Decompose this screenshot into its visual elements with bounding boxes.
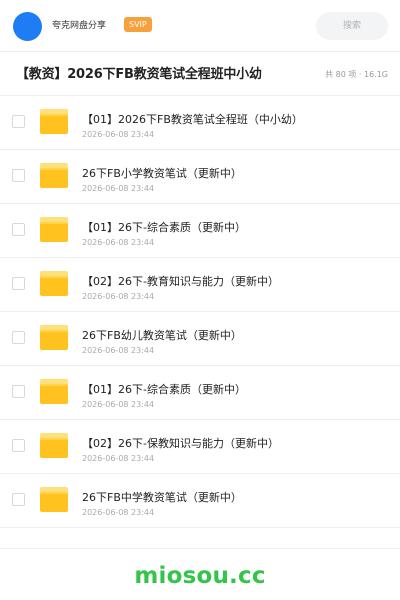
row-checkbox[interactable] (12, 331, 25, 344)
file-date: 2026-06-08 23:44 (82, 238, 155, 247)
list-item[interactable]: 26下FB幼儿教资笔试（更新中） 2026-06-08 23:44 (0, 312, 400, 366)
list-item[interactable]: 26下FB中学教资笔试（更新中） 2026-06-08 23:44 (0, 474, 400, 528)
folder-icon (40, 433, 68, 458)
row-checkbox[interactable] (12, 385, 25, 398)
row-checkbox[interactable] (12, 115, 25, 128)
file-name[interactable]: 【02】26下-保教知识与能力（更新中） (82, 437, 279, 451)
file-date: 2026-06-08 23:44 (82, 292, 155, 301)
file-date: 2026-06-08 23:44 (82, 130, 155, 139)
folder-icon (40, 379, 68, 404)
file-name[interactable]: 26下FB幼儿教资笔试（更新中） (82, 329, 242, 343)
file-list: 【01】2026下FB教资笔试全程班（中小幼） 2026-06-08 23:44… (0, 96, 400, 528)
list-item[interactable]: 【01】2026下FB教资笔试全程班（中小幼） 2026-06-08 23:44 (0, 96, 400, 150)
row-checkbox[interactable] (12, 277, 25, 290)
footer: miosou.cc (0, 548, 400, 600)
file-date: 2026-06-08 23:44 (82, 184, 155, 193)
list-item[interactable]: 26下FB小学教资笔试（更新中） 2026-06-08 23:44 (0, 150, 400, 204)
folder-icon (40, 163, 68, 188)
row-checkbox[interactable] (12, 493, 25, 506)
row-checkbox[interactable] (12, 439, 25, 452)
file-name[interactable]: 【01】2026下FB教资笔试全程班（中小幼） (82, 113, 303, 127)
list-item[interactable]: 【02】26下-保教知识与能力（更新中） 2026-06-08 23:44 (0, 420, 400, 474)
site-watermark: miosou.cc (134, 563, 266, 589)
file-date: 2026-06-08 23:44 (82, 400, 155, 409)
svip-badge: SVIP (124, 17, 152, 32)
file-name[interactable]: 【01】26下-综合素质（更新中） (82, 221, 246, 235)
folder-icon (40, 217, 68, 242)
list-item[interactable]: 【01】26下-综合素质（更新中） 2026-06-08 23:44 (0, 204, 400, 258)
page-title: 【教资】2026下FB教资笔试全程班中小幼 (16, 67, 262, 82)
folder-icon (40, 487, 68, 512)
row-checkbox[interactable] (12, 169, 25, 182)
avatar[interactable] (13, 12, 42, 41)
item-count-size: 共 80 项 · 16.1G (325, 70, 388, 79)
file-name[interactable]: 26下FB中学教资笔试（更新中） (82, 491, 242, 505)
folder-icon (40, 325, 68, 350)
user-name[interactable]: 夸克网盘分享 (52, 19, 106, 33)
file-date: 2026-06-08 23:44 (82, 454, 155, 463)
list-item[interactable]: 【02】26下-教育知识与能力（更新中） 2026-06-08 23:44 (0, 258, 400, 312)
row-checkbox[interactable] (12, 223, 25, 236)
file-name[interactable]: 26下FB小学教资笔试（更新中） (82, 167, 242, 181)
share-title-bar: 【教资】2026下FB教资笔试全程班中小幼 共 80 项 · 16.1G (0, 52, 400, 96)
search-input[interactable]: 搜索 (316, 12, 388, 40)
folder-icon (40, 109, 68, 134)
list-item[interactable]: 【01】26下-综合素质（更新中） 2026-06-08 23:44 (0, 366, 400, 420)
top-header: 夸克网盘分享 SVIP 搜索 (0, 0, 400, 52)
file-date: 2026-06-08 23:44 (82, 508, 155, 517)
folder-icon (40, 271, 68, 296)
file-name[interactable]: 【02】26下-教育知识与能力（更新中） (82, 275, 279, 289)
file-name[interactable]: 【01】26下-综合素质（更新中） (82, 383, 246, 397)
file-date: 2026-06-08 23:44 (82, 346, 155, 355)
